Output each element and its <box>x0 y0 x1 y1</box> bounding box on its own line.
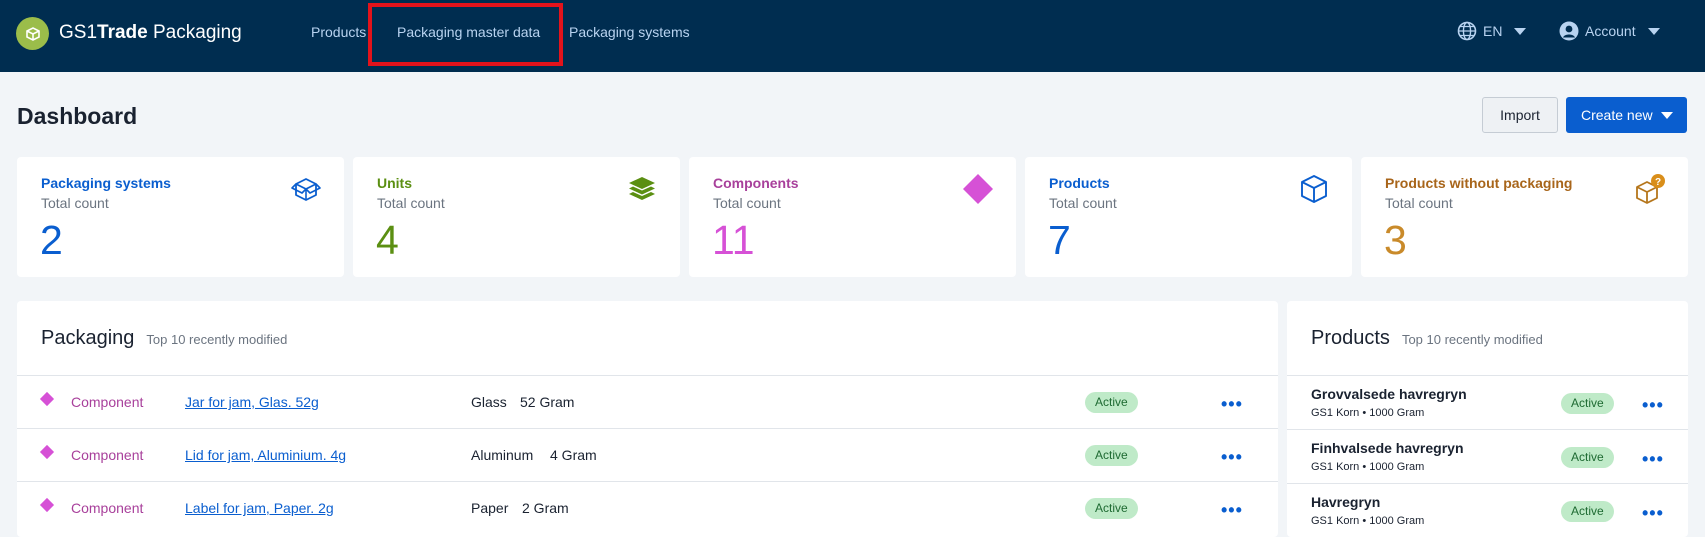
top-navbar: GS1Trade Packaging Products Packaging ma… <box>0 0 1705 72</box>
table-row: Component Jar for jam, Glas. 52g Glass 5… <box>17 375 1278 428</box>
chevron-down-icon <box>1661 112 1673 119</box>
layers-icon <box>629 177 655 200</box>
card-title: Products without packaging <box>1385 175 1573 191</box>
import-button[interactable]: Import <box>1482 97 1558 133</box>
product-name: Grovvalsede havregryn <box>1311 386 1467 402</box>
list-item[interactable]: Havregryn GS1 Korn • 1000 Gram Active ••… <box>1287 483 1688 537</box>
stat-card-products-without-packaging[interactable]: Products without packaging Total count 3… <box>1361 157 1688 277</box>
card-subtitle: Total count <box>1049 195 1117 211</box>
more-icon[interactable]: ••• <box>1221 395 1243 413</box>
account-label: Account <box>1585 23 1636 39</box>
card-title: Products <box>1049 175 1110 191</box>
product-name: Finhvalsede havregryn <box>1311 440 1464 456</box>
account-menu[interactable]: Account <box>1559 21 1660 41</box>
row-material: Glass <box>471 394 507 410</box>
row-type: Component <box>71 447 144 463</box>
stat-card-units[interactable]: Units Total count 4 <box>353 157 680 277</box>
more-icon[interactable]: ••• <box>1221 501 1243 519</box>
list-item[interactable]: Finhvalsede havregryn GS1 Korn • 1000 Gr… <box>1287 429 1688 483</box>
more-icon[interactable]: ••• <box>1221 448 1243 466</box>
logo-bold: Trade <box>97 22 148 43</box>
panel-subtitle: Top 10 recently modified <box>1401 332 1543 347</box>
cube-question-icon: ? <box>1636 174 1665 204</box>
status-badge: Active <box>1561 501 1614 522</box>
more-icon[interactable]: ••• <box>1642 450 1664 468</box>
card-count: 3 <box>1384 217 1407 263</box>
box-open-icon <box>291 178 321 201</box>
row-type: Component <box>71 394 144 410</box>
stat-card-packaging-systems[interactable]: Packaging systems Total count 2 <box>17 157 344 277</box>
chevron-down-icon <box>1647 27 1660 35</box>
row-material: Aluminum <box>471 447 534 463</box>
product-meta: GS1 Korn • 1000 Gram <box>1311 461 1425 473</box>
status-badge: Active <box>1561 447 1614 468</box>
products-panel: Products Top 10 recently modified Grovva… <box>1287 301 1688 537</box>
user-icon <box>1559 21 1579 41</box>
packaging-panel: Packaging Top 10 recently modified Compo… <box>17 301 1278 537</box>
create-new-label: Create new <box>1581 107 1653 123</box>
create-new-button[interactable]: Create new <box>1566 97 1687 133</box>
product-meta: GS1 Korn • 1000 Gram <box>1311 407 1425 419</box>
packaging-panel-header: Packaging Top 10 recently modified <box>41 327 287 350</box>
status-badge: Active <box>1085 392 1138 413</box>
app-logo-text[interactable]: GS1Trade Packaging <box>59 22 242 44</box>
nav-packaging-systems[interactable]: Packaging systems <box>569 24 690 40</box>
card-count: 7 <box>1048 217 1071 263</box>
card-subtitle: Total count <box>377 195 445 211</box>
row-type: Component <box>71 500 144 516</box>
diamond-icon <box>39 391 55 407</box>
status-badge: Active <box>1561 393 1614 414</box>
more-icon[interactable]: ••• <box>1642 504 1664 522</box>
status-badge: Active <box>1085 498 1138 519</box>
stat-card-products[interactable]: Products Total count 7 <box>1025 157 1352 277</box>
card-count: 4 <box>376 217 399 263</box>
chevron-down-icon <box>1514 27 1527 35</box>
svg-text:?: ? <box>1655 177 1661 188</box>
card-title: Units <box>377 175 412 191</box>
table-row: Component Label for jam, Paper. 2g Paper… <box>17 481 1278 534</box>
nav-highlight-box <box>368 3 563 66</box>
logo-suffix: Packaging <box>147 22 242 43</box>
language-selector[interactable]: EN <box>1457 21 1527 41</box>
card-subtitle: Total count <box>713 195 781 211</box>
row-weight: 52 Gram <box>520 394 575 410</box>
row-name-link[interactable]: Label for jam, Paper. 2g <box>185 500 334 516</box>
nav-products[interactable]: Products <box>311 24 366 40</box>
row-weight: 2 Gram <box>522 500 569 516</box>
status-badge: Active <box>1085 445 1138 466</box>
page-title: Dashboard <box>17 103 138 129</box>
list-item[interactable]: Grovvalsede havregryn GS1 Korn • 1000 Gr… <box>1287 375 1688 429</box>
more-icon[interactable]: ••• <box>1642 396 1664 414</box>
row-material: Paper <box>471 500 509 516</box>
gs1-logo-icon[interactable] <box>16 17 49 50</box>
logo-prefix: GS1 <box>59 22 98 43</box>
card-title: Components <box>713 175 799 191</box>
cube-icon <box>1301 175 1327 203</box>
diamond-icon <box>963 174 993 204</box>
row-name-link[interactable]: Jar for jam, Glas. 52g <box>185 394 319 410</box>
card-count: 2 <box>40 217 63 263</box>
product-name: Havregryn <box>1311 494 1381 510</box>
card-subtitle: Total count <box>41 195 109 211</box>
row-weight: 4 Gram <box>550 447 597 463</box>
row-name-link[interactable]: Lid for jam, Aluminium. 4g <box>185 447 346 463</box>
panel-title: Products <box>1311 327 1390 349</box>
card-subtitle: Total count <box>1385 195 1453 211</box>
stat-card-components[interactable]: Components Total count 11 <box>689 157 1016 277</box>
table-row: Component Lid for jam, Aluminium. 4g Alu… <box>17 428 1278 481</box>
diamond-icon <box>39 497 55 513</box>
globe-icon <box>1457 21 1477 41</box>
diamond-icon <box>39 444 55 460</box>
card-count: 11 <box>712 217 755 263</box>
products-panel-header: Products Top 10 recently modified <box>1311 327 1543 350</box>
product-meta: GS1 Korn • 1000 Gram <box>1311 515 1425 527</box>
card-title: Packaging systems <box>41 175 171 191</box>
panel-subtitle: Top 10 recently modified <box>146 332 288 347</box>
language-label: EN <box>1483 23 1503 39</box>
panel-title: Packaging <box>41 327 135 349</box>
